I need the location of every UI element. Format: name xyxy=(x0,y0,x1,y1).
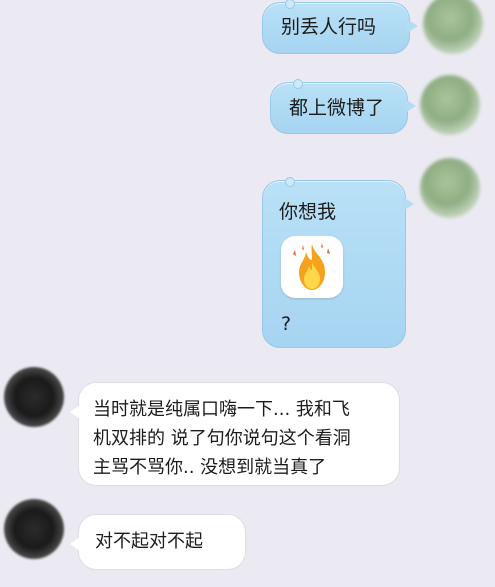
message-text: 你想我 xyxy=(279,201,337,223)
contact-avatar[interactable] xyxy=(4,499,64,559)
fire-emoji-tile[interactable] xyxy=(281,236,343,298)
message-text-line: 主骂不骂你.. 没想到就当真了 xyxy=(93,457,327,478)
message-text: 都上微博了 xyxy=(289,97,385,119)
message-text: 对不起对不起 xyxy=(95,531,203,552)
bubble-tail-dot xyxy=(285,177,295,187)
message-text-line: 机双排的 说了句你说句这个看洞 xyxy=(93,428,351,449)
bubble-tail-dot xyxy=(293,79,303,89)
message-bubble-contact[interactable]: 对不起对不起 xyxy=(70,514,246,570)
contact-avatar[interactable] xyxy=(4,367,64,427)
my-avatar[interactable] xyxy=(423,0,483,54)
message-bubble-mine[interactable]: 别丢人行吗 xyxy=(262,0,418,54)
message-text: 别丢人行吗 xyxy=(281,16,377,38)
fire-icon xyxy=(293,243,330,290)
bubble-tail-dot xyxy=(285,0,295,9)
message-trailing-text: ? xyxy=(281,313,292,335)
my-avatar[interactable] xyxy=(420,75,480,135)
message-bubble-mine[interactable]: 都上微博了 xyxy=(270,79,416,134)
message-bubble-contact[interactable]: 当时就是纯属口嗨一下... 我和飞 机双排的 说了句你说句这个看洞 主骂不骂你.… xyxy=(70,382,400,486)
my-avatar[interactable] xyxy=(420,158,480,218)
message-bubble-mine[interactable]: 你想我 ? xyxy=(262,177,414,348)
message-text-line: 当时就是纯属口嗨一下... 我和飞 xyxy=(93,399,350,420)
